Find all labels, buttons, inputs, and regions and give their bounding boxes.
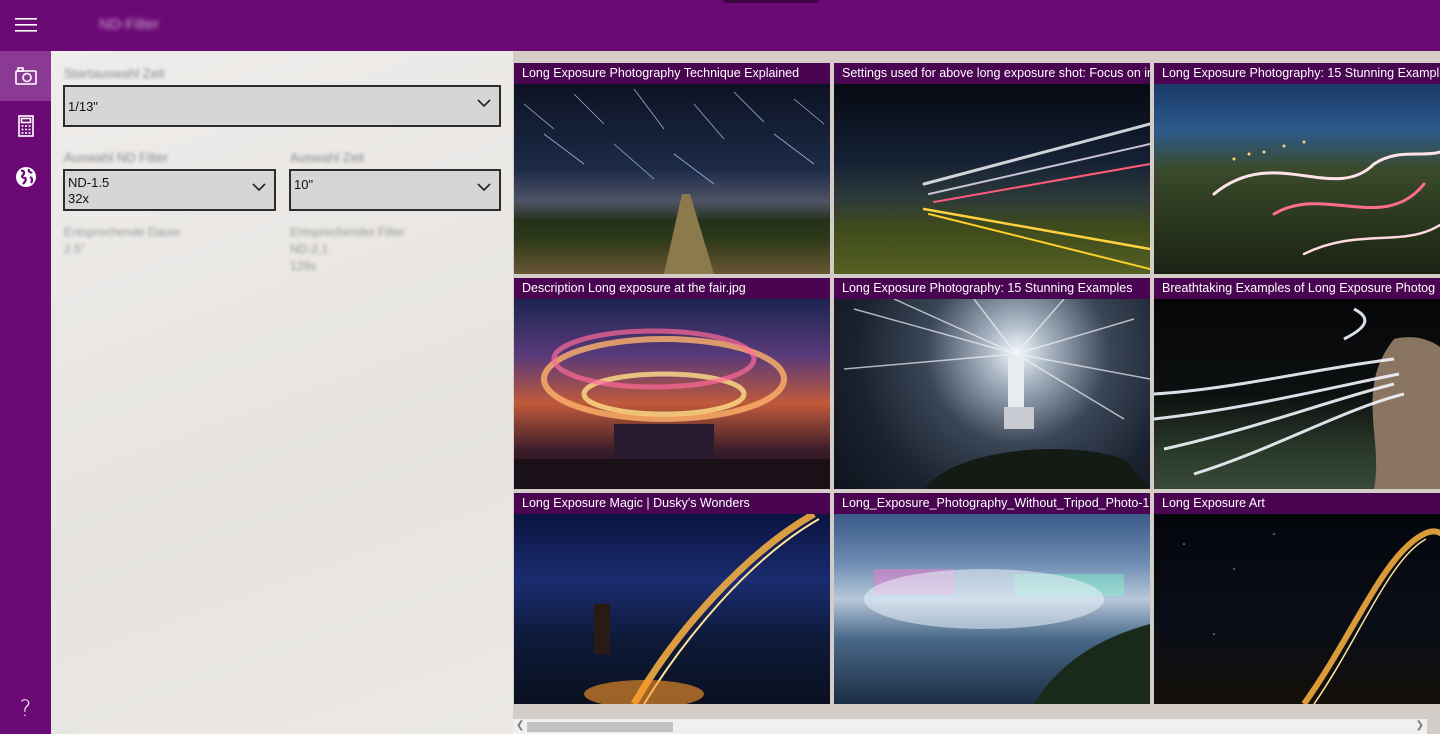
- time-value: 10": [294, 177, 314, 192]
- gallery-caption: Long_Exposure_Photography_Without_Tripod…: [834, 493, 1150, 514]
- start-time-value: 1/13": [68, 99, 98, 114]
- waterfall-art: [864, 569, 1150, 704]
- scroll-left-icon[interactable]: ❮: [516, 720, 524, 731]
- help-icon: ?: [19, 696, 32, 722]
- nd-filter-value: ND-1.5 32x: [68, 175, 109, 207]
- mountain-road-art: [1212, 140, 1440, 256]
- app-title: ND-Filter: [99, 16, 159, 33]
- star-trail-art: [523, 88, 825, 274]
- gallery-caption: Long Exposure Art: [1154, 493, 1440, 514]
- start-time-dropdown[interactable]: 1/13": [63, 85, 501, 127]
- rail-item-calculator[interactable]: [0, 101, 51, 151]
- calculator-icon: [17, 115, 34, 137]
- image-gallery: Long Exposure Photography Technique Expl…: [513, 51, 1440, 734]
- gallery-image-fair-ride: [514, 299, 830, 489]
- gallery-image-sparkler-arc: [514, 510, 830, 704]
- hamburger-menu-button[interactable]: [0, 0, 51, 50]
- rail-item-globe[interactable]: [0, 152, 51, 202]
- fair-ride-art: [514, 328, 830, 489]
- gallery-caption: Long Exposure Magic | Dusky's Wonders: [514, 493, 830, 514]
- gallery-image-star-trails: [514, 84, 830, 274]
- hamburger-menu-icon: [14, 18, 37, 32]
- result-duration-value: 2.5": [64, 242, 85, 256]
- gallery-item[interactable]: Long_Exposure_Photography_Without_Tripod…: [834, 493, 1150, 704]
- gallery-item[interactable]: Settings used for above long exposure sh…: [834, 63, 1150, 274]
- gallery-caption: Description Long exposure at the fair.jp…: [514, 278, 830, 299]
- chevron-down-icon: [477, 99, 491, 108]
- gallery-caption: Long Exposure Photography: 15 Stunning E…: [1154, 63, 1440, 84]
- scrollbar-thumb[interactable]: [527, 722, 673, 732]
- gallery-image-lighthouse: [834, 298, 1150, 489]
- sparkler-art: [584, 510, 820, 704]
- gallery-image-light-painting-face: [1154, 299, 1440, 489]
- chevron-down-icon: [252, 183, 266, 192]
- gallery-item[interactable]: Long Exposure Photography Technique Expl…: [514, 63, 830, 274]
- lighthouse-art: [843, 298, 1150, 489]
- gallery-image-waterfall: [834, 514, 1150, 704]
- result-duration: Entsprechende Dauer 2.5": [64, 224, 181, 258]
- time-label: Auswahl Zeit: [290, 150, 365, 165]
- globe-icon: [15, 167, 36, 187]
- gallery-scrollbar[interactable]: ❮ ❯: [513, 719, 1427, 734]
- title-bar-notch: [723, 0, 819, 3]
- result-duration-label: Entsprechende Dauer: [64, 225, 181, 239]
- side-rail: ?: [0, 0, 51, 734]
- result-filter: Entsprechender Filter ND-2.1 128x: [290, 224, 405, 275]
- scroll-right-icon[interactable]: ❯: [1416, 720, 1424, 731]
- gallery-caption: Long Exposure Photography Technique Expl…: [514, 63, 830, 84]
- nd-filter-value-factor: 32x: [68, 191, 89, 206]
- time-dropdown[interactable]: 10": [289, 169, 501, 211]
- gallery-item[interactable]: Long Exposure Photography: 15 Stunning E…: [1154, 63, 1440, 274]
- rail-item-camera[interactable]: [0, 51, 51, 101]
- light-painting-art: [1154, 307, 1440, 489]
- camera-icon: [14, 67, 37, 85]
- gallery-item[interactable]: Long Exposure Magic | Dusky's Wonders: [514, 493, 830, 704]
- settings-panel: Startauswahl Zeit 1/13" Auswahl ND Filte…: [51, 51, 513, 734]
- title-bar: ND-Filter: [51, 0, 1440, 51]
- result-filter-factor: 128x: [290, 259, 317, 273]
- light-trail-art: [922, 122, 1150, 270]
- result-filter-label: Entsprechender Filter: [290, 225, 405, 239]
- gallery-image-light-trails-road: [834, 84, 1150, 274]
- gallery-item[interactable]: Long Exposure Art: [1154, 493, 1440, 704]
- fire-arc-art: [1183, 528, 1440, 704]
- gallery-image-mountain-road: [1154, 84, 1440, 274]
- gallery-item[interactable]: Long Exposure Photography: 15 Stunning E…: [834, 278, 1150, 489]
- gallery-caption: Breathtaking Examples of Long Exposure P…: [1154, 278, 1440, 299]
- help-button[interactable]: ?: [0, 684, 51, 734]
- gallery-caption: Long Exposure Photography: 15 Stunning E…: [834, 278, 1150, 299]
- chevron-down-icon: [477, 183, 491, 192]
- gallery-item[interactable]: Description Long exposure at the fair.jp…: [514, 278, 830, 489]
- nd-filter-label: Auswahl ND Filter: [64, 150, 169, 165]
- nd-filter-dropdown[interactable]: ND-1.5 32x: [63, 169, 276, 211]
- start-time-label: Startauswahl Zeit: [64, 66, 165, 81]
- gallery-image-fire-arc: [1154, 514, 1440, 704]
- gallery-caption: Settings used for above long exposure sh…: [834, 63, 1150, 84]
- nd-filter-value-name: ND-1.5: [68, 175, 110, 190]
- gallery-item[interactable]: Breathtaking Examples of Long Exposure P…: [1154, 278, 1440, 489]
- result-filter-name: ND-2.1: [290, 242, 329, 256]
